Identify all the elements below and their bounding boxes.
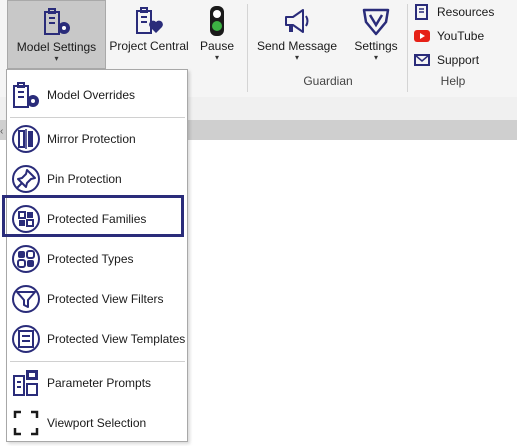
protected-types-icon xyxy=(12,245,40,273)
pin-protection-icon xyxy=(12,165,40,193)
project-central-label: Project Central xyxy=(109,39,189,53)
group-separator xyxy=(407,4,408,92)
menu-item-label: Protected View Templates xyxy=(47,332,186,346)
project-central-button[interactable]: Project Central xyxy=(108,0,190,69)
pause-label: Pause xyxy=(199,39,235,53)
menu-item-protected-types[interactable]: Protected Types xyxy=(7,239,187,279)
chevron-down-icon: ▾ xyxy=(214,53,219,62)
menu-item-label: Parameter Prompts xyxy=(47,376,152,390)
model-settings-menu: Model Overrides Mirror Protection Pin Pr… xyxy=(6,69,188,442)
support-label: Support xyxy=(437,53,480,67)
pause-button[interactable]: Pause ▾ xyxy=(194,0,240,69)
support-link[interactable]: Support xyxy=(414,50,479,70)
menu-item-label: Mirror Protection xyxy=(47,132,136,146)
highlight-box xyxy=(2,195,184,237)
resources-label: Resources xyxy=(437,5,495,19)
menu-item-mirror-protection[interactable]: Mirror Protection xyxy=(7,119,187,159)
menu-separator xyxy=(10,361,185,362)
guardian-group-label: Guardian xyxy=(303,74,353,88)
guardian-shield-icon xyxy=(362,8,390,36)
parameter-prompts-icon xyxy=(13,370,38,396)
model-settings-button[interactable]: Model Settings ▾ xyxy=(7,0,106,69)
megaphone-icon xyxy=(285,9,309,33)
menu-item-label: Viewport Selection xyxy=(47,416,147,430)
menu-item-model-overrides[interactable]: Model Overrides xyxy=(7,75,187,115)
project-central-icon xyxy=(136,7,163,34)
collapse-arrow-icon[interactable]: ‹ xyxy=(0,126,3,137)
guardian-settings-button[interactable]: Settings ▾ xyxy=(350,0,402,69)
youtube-link[interactable]: YouTube xyxy=(414,26,484,46)
model-settings-icon xyxy=(43,8,70,35)
send-message-button[interactable]: Send Message ▾ xyxy=(254,0,340,69)
chevron-down-icon: ▾ xyxy=(54,54,59,63)
menu-item-label: Protected View Filters xyxy=(47,292,164,306)
menu-item-label: Model Overrides xyxy=(47,88,136,102)
menu-separator xyxy=(10,117,185,118)
menu-item-label: Protected Types xyxy=(47,252,134,266)
menu-item-protected-view-filters[interactable]: Protected View Filters xyxy=(7,279,187,319)
mail-icon xyxy=(414,54,430,66)
protected-view-templates-icon xyxy=(12,325,40,353)
send-message-label: Send Message xyxy=(256,39,338,53)
chevron-down-icon: ▾ xyxy=(294,53,299,62)
chevron-down-icon: ▾ xyxy=(373,53,378,62)
menu-item-pin-protection[interactable]: Pin Protection xyxy=(7,159,187,199)
menu-item-parameter-prompts[interactable]: Parameter Prompts xyxy=(7,363,187,403)
book-icon xyxy=(415,4,428,20)
menu-item-label: Pin Protection xyxy=(47,172,122,186)
model-overrides-icon xyxy=(13,82,39,108)
traffic-light-icon xyxy=(210,6,224,36)
viewport-selection-icon xyxy=(13,410,39,436)
youtube-label: YouTube xyxy=(437,29,485,43)
group-separator xyxy=(247,4,248,92)
mirror-protection-icon xyxy=(12,125,40,153)
model-settings-label: Model Settings xyxy=(16,40,97,54)
menu-item-viewport-selection[interactable]: Viewport Selection xyxy=(7,403,187,443)
resources-link[interactable]: Resources xyxy=(414,2,494,22)
help-group-label: Help xyxy=(440,74,466,88)
menu-item-protected-view-templates[interactable]: Protected View Templates xyxy=(7,319,187,359)
guardian-settings-label: Settings xyxy=(354,39,398,53)
youtube-icon xyxy=(414,30,430,42)
protected-view-filters-icon xyxy=(12,285,40,313)
